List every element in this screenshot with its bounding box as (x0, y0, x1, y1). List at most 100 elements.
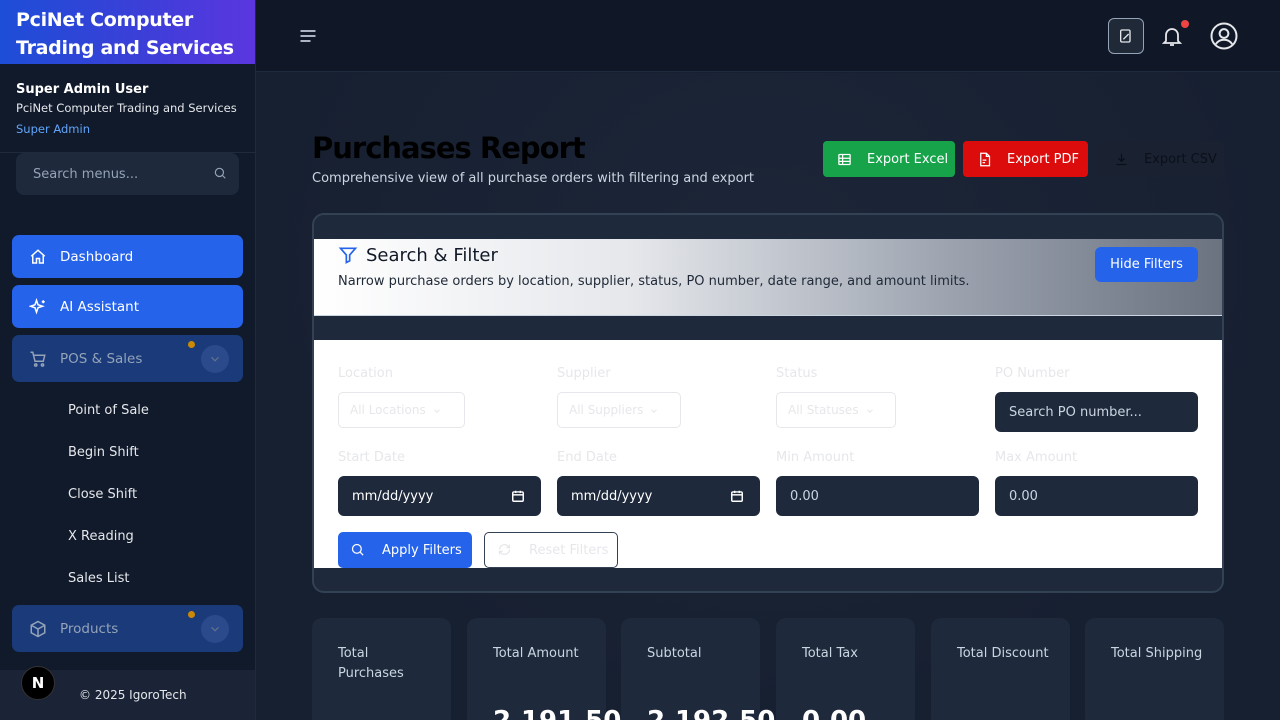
spreadsheet-icon (836, 151, 852, 167)
pos-submenu: Point of Sale Begin Shift Close Shift X … (12, 389, 243, 599)
apply-filters-label: Apply Filters (382, 542, 462, 558)
sidebar: PciNet Computer Trading and Services Sup… (0, 0, 256, 720)
max-amount-label: Max Amount (995, 450, 1078, 465)
sparkles-icon (28, 297, 48, 317)
sidebar-group-products[interactable]: Products (12, 605, 243, 652)
sidebar-item-point-of-sale[interactable]: Point of Sale (68, 389, 243, 431)
stat-card-total-discount: Total Discount (931, 618, 1070, 720)
user-company: PciNet Computer Trading and Services (16, 101, 237, 115)
brand-title-line1: PciNet Computer (16, 9, 193, 31)
notification-dot (1181, 20, 1189, 28)
filter-title: Search & Filter (366, 245, 498, 266)
po-number-input[interactable] (1009, 404, 1198, 420)
supplier-select[interactable]: All Suppliers (557, 392, 681, 428)
export-pdf-button[interactable]: Export PDF (963, 141, 1088, 177)
stat-label: Total Shipping (1111, 646, 1203, 661)
status-select[interactable]: All Statuses (776, 392, 896, 428)
home-icon (28, 247, 48, 267)
bell-icon[interactable] (1160, 24, 1184, 48)
download-icon (1113, 151, 1129, 167)
stat-card-total-amount: Total Amount 2,191,500.0 (467, 618, 667, 720)
page-title: Purchases Report (312, 131, 586, 165)
location-select-value: All Locations (350, 403, 426, 417)
sidebar-item-label: Products (60, 620, 119, 637)
min-amount-field (776, 476, 979, 516)
export-excel-label: Export Excel (867, 151, 949, 167)
box-icon (28, 619, 48, 639)
supplier-label: Supplier (557, 366, 611, 381)
stat-label: Total Purchases (338, 646, 404, 681)
supplier-select-value: All Suppliers (569, 403, 644, 417)
sidebar-group-pos-sales[interactable]: POS & Sales (12, 335, 243, 382)
start-date-value: mm/dd/yyyy (352, 488, 434, 504)
location-label: Location (338, 366, 393, 381)
po-number-field (995, 392, 1198, 432)
chevron-down-icon (865, 405, 875, 415)
stat-card-total-purchases: Total Purchases (312, 618, 451, 720)
reset-filters-button[interactable]: Reset Filters (484, 532, 618, 568)
sidebar-nav: Dashboard AI Assistant POS & Sales Point… (12, 235, 243, 693)
user-name: Super Admin User (16, 82, 149, 97)
copyright-text: © 2025 IgoroTech (79, 688, 187, 702)
calendar-icon[interactable] (511, 489, 525, 503)
stat-value: 0.00 (802, 706, 866, 720)
stat-card-total-shipping: Total Shipping (1085, 618, 1224, 720)
chevron-down-icon[interactable] (201, 614, 229, 643)
status-select-value: All Statuses (788, 403, 859, 417)
export-csv-button[interactable]: Export CSV (1100, 141, 1224, 177)
menu-toggle-icon[interactable] (298, 26, 318, 46)
theme-icon (1120, 29, 1131, 43)
brand-title[interactable]: PciNet Computer Trading and Services (0, 0, 255, 64)
max-amount-input[interactable] (1009, 488, 1198, 504)
stat-card-subtotal: Subtotal 2,192,500.0 (621, 618, 821, 720)
sidebar-item-label: Dashboard (60, 248, 134, 265)
pending-dot (188, 341, 195, 348)
location-select[interactable]: All Locations (338, 392, 465, 428)
sidebar-item-close-shift[interactable]: Close Shift (68, 473, 243, 515)
reset-filters-label: Reset Filters (529, 542, 609, 558)
filter-fields: Location All Locations Supplier All Supp… (314, 340, 1222, 568)
start-date-input[interactable]: mm/dd/yyyy (338, 476, 541, 516)
search-icon[interactable] (213, 165, 227, 184)
topbar (256, 0, 1280, 72)
sidebar-item-begin-shift[interactable]: Begin Shift (68, 431, 243, 473)
apply-filters-button[interactable]: Apply Filters (338, 532, 472, 568)
page-subtitle: Comprehensive view of all purchase order… (312, 171, 755, 186)
stat-card-total-tax: Total Tax 0.00 (776, 618, 915, 720)
user-role[interactable]: Super Admin (16, 122, 239, 136)
min-amount-label: Min Amount (776, 450, 855, 465)
framework-badge[interactable]: N (21, 666, 55, 700)
end-date-value: mm/dd/yyyy (571, 488, 653, 504)
filter-header: Search & Filter Narrow purchase orders b… (314, 239, 1222, 316)
po-number-label: PO Number (995, 366, 1070, 381)
export-pdf-label: Export PDF (1007, 151, 1080, 167)
search-icon (350, 542, 366, 558)
stat-label: Total Amount (493, 646, 579, 661)
end-date-input[interactable]: mm/dd/yyyy (557, 476, 760, 516)
menu-search (16, 153, 239, 195)
sidebar-item-label: AI Assistant (60, 298, 140, 315)
main-content: Purchases Report Comprehensive view of a… (256, 73, 1280, 720)
calendar-icon[interactable] (730, 489, 744, 503)
file-pdf-icon (976, 151, 992, 167)
theme-toggle-button[interactable] (1108, 18, 1144, 54)
filter-icon (338, 245, 358, 265)
menu-search-input[interactable] (33, 166, 203, 182)
export-excel-button[interactable]: Export Excel (823, 141, 955, 177)
hide-filters-button[interactable]: Hide Filters (1095, 247, 1198, 282)
sidebar-item-x-reading[interactable]: X Reading (68, 515, 243, 557)
status-label: Status (776, 366, 818, 381)
chevron-down-icon (432, 405, 442, 415)
min-amount-input[interactable] (790, 488, 979, 504)
max-amount-field (995, 476, 1198, 516)
end-date-label: End Date (557, 450, 617, 465)
user-profile-icon[interactable] (1209, 21, 1239, 51)
sidebar-item-sales-list[interactable]: Sales List (68, 557, 243, 599)
filter-panel: Search & Filter Narrow purchase orders b… (312, 213, 1224, 593)
sidebar-item-ai-assistant[interactable]: AI Assistant (12, 285, 243, 328)
sidebar-item-dashboard[interactable]: Dashboard (12, 235, 243, 278)
start-date-label: Start Date (338, 450, 405, 465)
chevron-down-icon[interactable] (201, 344, 229, 373)
cart-icon (28, 349, 48, 369)
brand-title-line2: Trading and Services (16, 37, 234, 59)
